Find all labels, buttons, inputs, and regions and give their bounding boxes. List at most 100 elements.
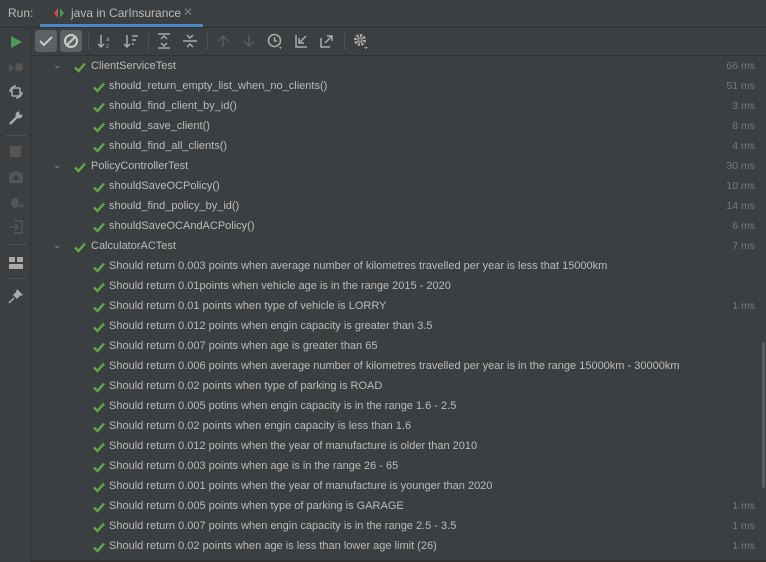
passed-check-icon — [93, 80, 105, 93]
passed-check-icon — [93, 140, 105, 153]
vertical-scrollbar[interactable] — [762, 342, 765, 488]
test-duration: 1 ms — [732, 500, 755, 512]
show-passed-button[interactable] — [35, 30, 57, 52]
test-name: shouldSaveOCPolicy() — [109, 180, 220, 192]
chevron-down-icon[interactable]: ⌄ — [53, 56, 61, 76]
import-tests-icon[interactable] — [290, 30, 312, 52]
test-history-icon[interactable] — [264, 30, 286, 52]
test-row[interactable]: Should return 0.02 points when type of p… — [31, 376, 766, 396]
test-name: shouldSaveOCAndACPolicy() — [109, 220, 255, 232]
test-name: should_find_policy_by_id() — [109, 200, 240, 212]
test-row[interactable]: should_find_all_clients() 4 ms — [31, 136, 766, 156]
test-row[interactable]: shouldSaveOCAndACPolicy() 6 ms — [31, 216, 766, 236]
export-tests-icon[interactable] — [316, 30, 338, 52]
run-icon[interactable] — [7, 33, 25, 51]
test-row[interactable]: Should return 0.006 points when average … — [31, 356, 766, 376]
run-tab-bar: Run: java in CarInsurance ✕ — [0, 0, 766, 28]
test-duration: 14 ms — [726, 200, 755, 212]
test-name: Should return 0.003 points when age is i… — [109, 460, 399, 472]
test-duration: 4 ms — [732, 140, 755, 152]
test-row[interactable]: Should return 0.001 points when the year… — [31, 476, 766, 496]
layout-icon[interactable] — [7, 254, 25, 272]
test-row[interactable]: Should return 0.01 points when type of v… — [31, 296, 766, 316]
sidebar-divider — [6, 278, 26, 279]
test-suite-row[interactable]: ⌄ ClientServiceTest 66 ms — [31, 56, 766, 76]
test-row[interactable]: Should return 0.01points when vehicle ag… — [31, 276, 766, 296]
test-row[interactable]: should_save_client() 8 ms — [31, 116, 766, 136]
tab-title: java in CarInsurance — [71, 6, 182, 20]
stop-icon[interactable] — [7, 143, 25, 161]
suite-name: ClientServiceTest — [91, 60, 176, 72]
test-name: Should return 0.01points when vehicle ag… — [109, 280, 451, 292]
tab-java-in-carinsurance[interactable]: java in CarInsurance ✕ — [40, 0, 203, 27]
test-duration: 1 ms — [732, 300, 755, 312]
passed-check-icon — [93, 500, 105, 513]
passed-check-icon — [93, 340, 105, 353]
test-duration: 10 ms — [726, 180, 755, 192]
test-row[interactable]: Should return 0.003 points when age is i… — [31, 456, 766, 476]
test-name: should_find_all_clients() — [109, 140, 228, 152]
sort-by-duration-icon[interactable] — [120, 30, 142, 52]
test-row[interactable]: Should return 0.007 points when engin ca… — [31, 516, 766, 536]
test-suite-row[interactable]: ⌄ PolicyControllerTest 30 ms — [31, 156, 766, 176]
camera-icon[interactable] — [7, 168, 25, 186]
chevron-down-icon[interactable]: ⌄ — [53, 156, 61, 176]
expand-all-icon[interactable] — [153, 30, 175, 52]
collapse-all-icon[interactable] — [179, 30, 201, 52]
wrench-icon[interactable] — [7, 109, 25, 127]
test-row[interactable]: should_find_client_by_id() 3 ms — [31, 96, 766, 116]
show-ignored-button[interactable] — [60, 30, 82, 52]
test-name: Should return 0.005 potins when engin ca… — [109, 400, 457, 412]
sidebar-divider — [6, 135, 26, 136]
test-row[interactable]: Should return 0.003 points when average … — [31, 256, 766, 276]
sidebar-divider — [6, 244, 26, 245]
passed-check-icon — [93, 460, 105, 473]
sort-alphabetically-icon[interactable]: az — [94, 30, 116, 52]
chevron-down-icon[interactable]: ⌄ — [53, 236, 61, 256]
test-row[interactable]: Should return 0.02 points when age is le… — [31, 536, 766, 556]
import-icon[interactable] — [7, 218, 25, 236]
test-suite-row[interactable]: ⌄ CalculatorACTest 7 ms — [31, 236, 766, 256]
passed-check-icon — [93, 360, 105, 373]
suite-duration: 7 ms — [732, 240, 755, 252]
test-name: Should return 0.02 points when type of p… — [109, 380, 383, 392]
test-row[interactable]: Should return 0.012 points when the year… — [31, 436, 766, 456]
passed-check-icon — [93, 180, 105, 193]
close-tab-icon[interactable]: ✕ — [183, 5, 193, 19]
test-duration: 6 ms — [732, 220, 755, 232]
passed-check-icon — [93, 300, 105, 313]
test-duration: 51 ms — [726, 80, 755, 92]
debug-icon[interactable] — [7, 193, 25, 211]
toolbar-divider — [148, 33, 149, 50]
test-name: should_return_empty_list_when_no_clients… — [109, 80, 328, 92]
test-name: Should return 0.007 points when age is g… — [109, 340, 378, 352]
suite-name: CalculatorACTest — [91, 240, 176, 252]
test-row[interactable]: shouldSaveOCPolicy() 10 ms — [31, 176, 766, 196]
passed-check-icon — [93, 220, 105, 233]
passed-check-icon — [93, 280, 105, 293]
passed-check-icon — [93, 540, 105, 553]
test-name: Should return 0.02 points when age is le… — [109, 540, 437, 552]
test-row[interactable]: should_return_empty_list_when_no_clients… — [31, 76, 766, 96]
test-row[interactable]: Should return 0.005 potins when engin ca… — [31, 396, 766, 416]
next-test-icon[interactable] — [238, 30, 260, 52]
passed-check-icon — [93, 380, 105, 393]
suite-duration: 30 ms — [726, 160, 755, 172]
svg-text:z: z — [106, 44, 109, 49]
test-row[interactable]: Should return 0.012 points when engin ca… — [31, 316, 766, 336]
rerun-failed-icon[interactable] — [7, 59, 25, 77]
settings-icon[interactable] — [350, 30, 372, 52]
test-row[interactable]: Should return 0.02 points when engin cap… — [31, 416, 766, 436]
previous-test-icon[interactable] — [212, 30, 234, 52]
test-duration: 1 ms — [732, 520, 755, 532]
test-row[interactable]: Should return 0.005 points when type of … — [31, 496, 766, 516]
run-configuration-icon — [54, 8, 64, 18]
test-name: Should return 0.007 points when engin ca… — [109, 520, 457, 532]
test-row[interactable]: Should return 0.007 points when age is g… — [31, 336, 766, 356]
toggle-auto-test-icon[interactable] — [7, 83, 25, 101]
test-row[interactable]: should_find_policy_by_id() 14 ms — [31, 196, 766, 216]
pin-icon[interactable] — [7, 287, 25, 305]
run-label: Run: — [8, 6, 34, 20]
test-name: Should return 0.003 points when average … — [109, 260, 608, 272]
passed-check-icon — [93, 260, 105, 273]
